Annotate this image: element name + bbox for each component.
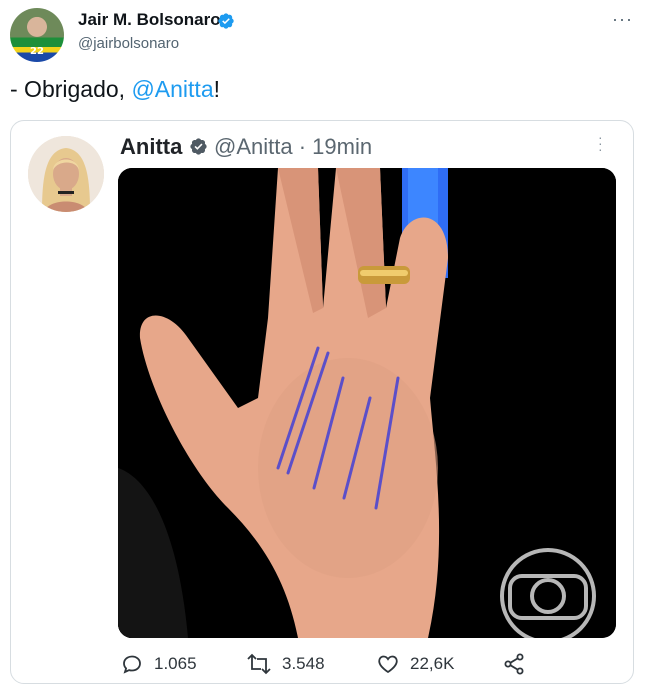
mention-link[interactable]: @Anitta bbox=[131, 76, 213, 102]
heart-icon bbox=[378, 655, 398, 674]
quoted-verified-badge-icon bbox=[190, 138, 207, 155]
more-horizontal-icon[interactable]: ··· bbox=[612, 9, 633, 30]
retweet-count: 3.548 bbox=[282, 654, 325, 673]
avatar-badge-number: 22 bbox=[30, 46, 44, 57]
reply-count: 1.065 bbox=[154, 654, 197, 673]
verified-badge-icon bbox=[218, 13, 234, 29]
quoted-author-avatar bbox=[28, 136, 104, 212]
like-count: 22,6K bbox=[410, 654, 455, 673]
reply-icon bbox=[123, 655, 141, 674]
quoted-author-handle: @Anitta · 19min bbox=[214, 134, 373, 159]
like-button[interactable]: 22,6K bbox=[376, 652, 454, 676]
share-icon bbox=[504, 653, 524, 675]
retweet-button[interactable]: 3.548 bbox=[246, 652, 325, 676]
quoted-tweet-photo[interactable] bbox=[118, 168, 616, 638]
tweet-action-bar: 1.065 3.548 22,6K bbox=[0, 652, 648, 680]
reply-button[interactable]: 1.065 bbox=[120, 652, 197, 676]
tweet-text: - Obrigado, @Anitta! bbox=[10, 76, 220, 103]
author-name[interactable]: Jair M. Bolsonaro bbox=[78, 10, 221, 30]
tweet-text-suffix: ! bbox=[213, 76, 221, 102]
author-avatar[interactable]: 22 bbox=[10, 8, 64, 62]
more-vertical-icon: · · · bbox=[598, 129, 603, 157]
author-handle[interactable]: @jairbolsonaro bbox=[78, 35, 179, 52]
tweet-text-prefix: - Obrigado, bbox=[10, 76, 132, 102]
share-button[interactable] bbox=[502, 652, 536, 676]
quoted-author-name: Anitta bbox=[120, 134, 183, 159]
retweet-icon bbox=[247, 653, 271, 675]
